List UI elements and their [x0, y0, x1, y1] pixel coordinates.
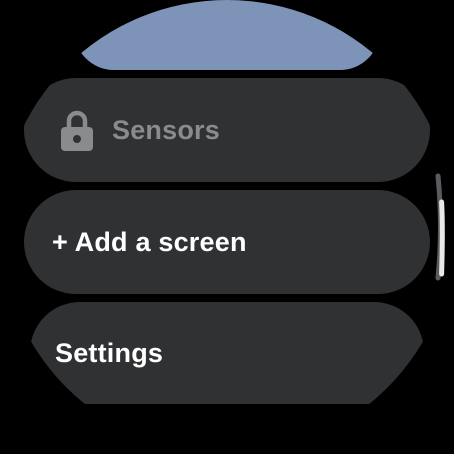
lock-icon — [61, 110, 93, 151]
sensors-label: Sensors — [112, 114, 220, 145]
watch-screen: Sensors + Add a screen Settings — [0, 0, 454, 454]
scroll-thumb — [439, 199, 445, 277]
sensors-item[interactable]: Sensors — [24, 78, 430, 182]
settings-label: Settings — [55, 337, 164, 368]
settings-item[interactable]: Settings — [30, 302, 424, 404]
top-card-partial[interactable] — [74, 0, 380, 70]
scroll-indicator[interactable] — [428, 172, 448, 282]
add-screen-button[interactable]: + Add a screen — [24, 190, 430, 294]
add-screen-label: + Add a screen — [52, 226, 247, 257]
